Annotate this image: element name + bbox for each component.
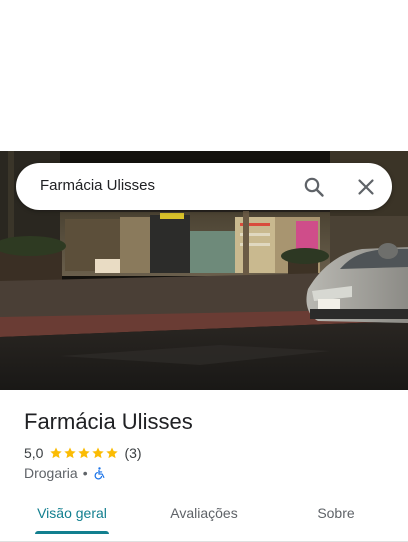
- place-title: Farmácia Ulisses: [24, 409, 193, 434]
- wheelchair-icon: [94, 467, 105, 480]
- tab-reviews-label: Avaliações: [170, 505, 238, 521]
- tab-about-label: Sobre: [317, 505, 355, 521]
- separator-dot: •: [82, 465, 88, 481]
- rating-row[interactable]: 5,0 (3): [24, 444, 142, 462]
- search-input[interactable]: Farmácia Ulisses: [40, 177, 155, 194]
- place-info-panel: Farmácia Ulisses 5,0 (3) Drogaria • Visã…: [0, 390, 408, 542]
- place-tabs: Visão geral Avaliações Sobre: [0, 498, 408, 542]
- tab-reviews[interactable]: Avaliações: [156, 504, 252, 542]
- tab-overview-label: Visão geral: [37, 505, 107, 521]
- tab-overview[interactable]: Visão geral: [24, 504, 120, 542]
- map-blank-area: [0, 0, 408, 151]
- place-category[interactable]: Drogaria: [24, 465, 78, 481]
- star-icon: [64, 447, 77, 459]
- review-count[interactable]: (3): [124, 445, 141, 461]
- close-icon[interactable]: [354, 175, 378, 199]
- star-icon: [50, 447, 63, 459]
- search-icon[interactable]: [302, 175, 326, 199]
- tab-about[interactable]: Sobre: [288, 504, 384, 542]
- star-icon: [78, 447, 91, 459]
- rating-value: 5,0: [24, 445, 44, 461]
- active-tab-indicator: [35, 531, 109, 534]
- star-icon: [106, 447, 119, 459]
- search-bar[interactable]: Farmácia Ulisses: [16, 163, 392, 210]
- category-row: Drogaria •: [24, 464, 106, 482]
- star-icon: [92, 447, 105, 459]
- rating-stars: [49, 446, 119, 460]
